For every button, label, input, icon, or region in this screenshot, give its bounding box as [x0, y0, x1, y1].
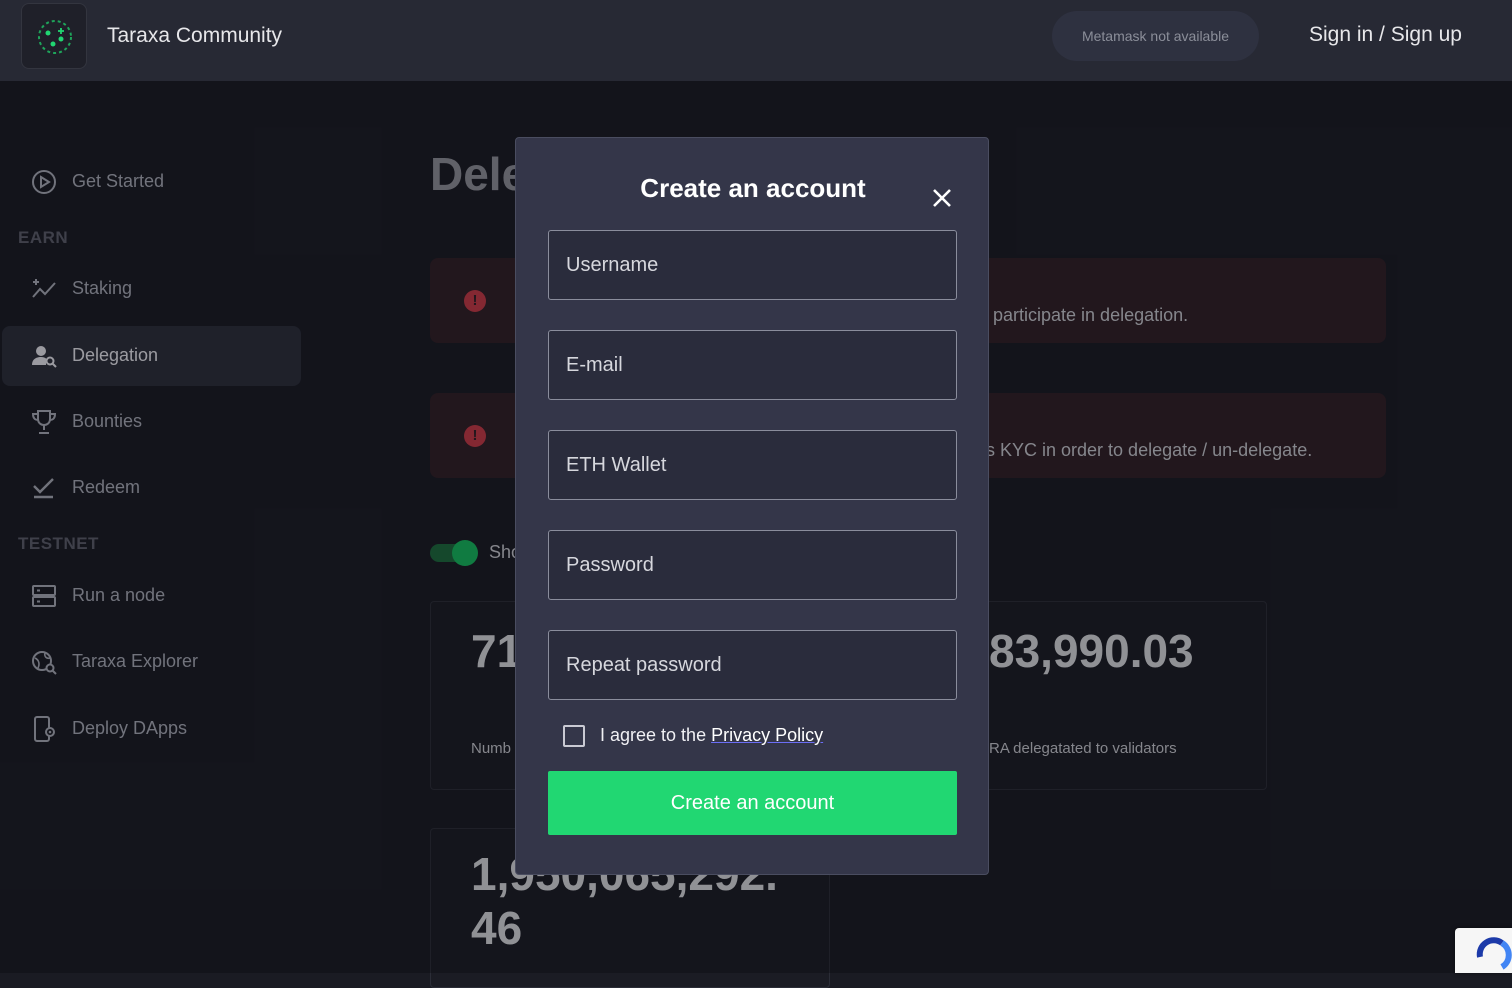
recaptcha-icon [1476, 937, 1512, 970]
privacy-agree-label: I agree to the Privacy Policy [600, 725, 823, 746]
sign-in-link[interactable]: Sign in / Sign up [1309, 23, 1462, 47]
app-title: Taraxa Community [107, 24, 283, 47]
taraxa-logo[interactable] [21, 3, 87, 69]
email-input[interactable] [549, 331, 956, 399]
eth-wallet-input[interactable] [549, 431, 956, 499]
create-account-modal: Create an account I agree to the Privacy… [515, 137, 989, 875]
privacy-policy-link[interactable]: Privacy Policy [711, 725, 823, 745]
password-field [548, 530, 957, 600]
privacy-agree-prefix: I agree to the [600, 725, 712, 745]
top-bar: Taraxa Community Metamask not available … [0, 0, 1512, 81]
email-field [548, 330, 957, 400]
repeat-password-field [548, 630, 957, 700]
taraxa-logo-icon [38, 20, 72, 54]
create-account-button[interactable]: Create an account [548, 771, 957, 835]
eth-wallet-field [548, 430, 957, 500]
close-icon[interactable] [928, 184, 956, 212]
metamask-status-button[interactable]: Metamask not available [1052, 11, 1259, 61]
privacy-checkbox[interactable] [563, 725, 585, 747]
modal-title: Create an account [640, 173, 866, 203]
repeat-password-input[interactable] [549, 631, 956, 699]
password-input[interactable] [549, 531, 956, 599]
recaptcha-badge[interactable] [1455, 928, 1512, 973]
username-input[interactable] [549, 231, 956, 299]
username-field [548, 230, 957, 300]
